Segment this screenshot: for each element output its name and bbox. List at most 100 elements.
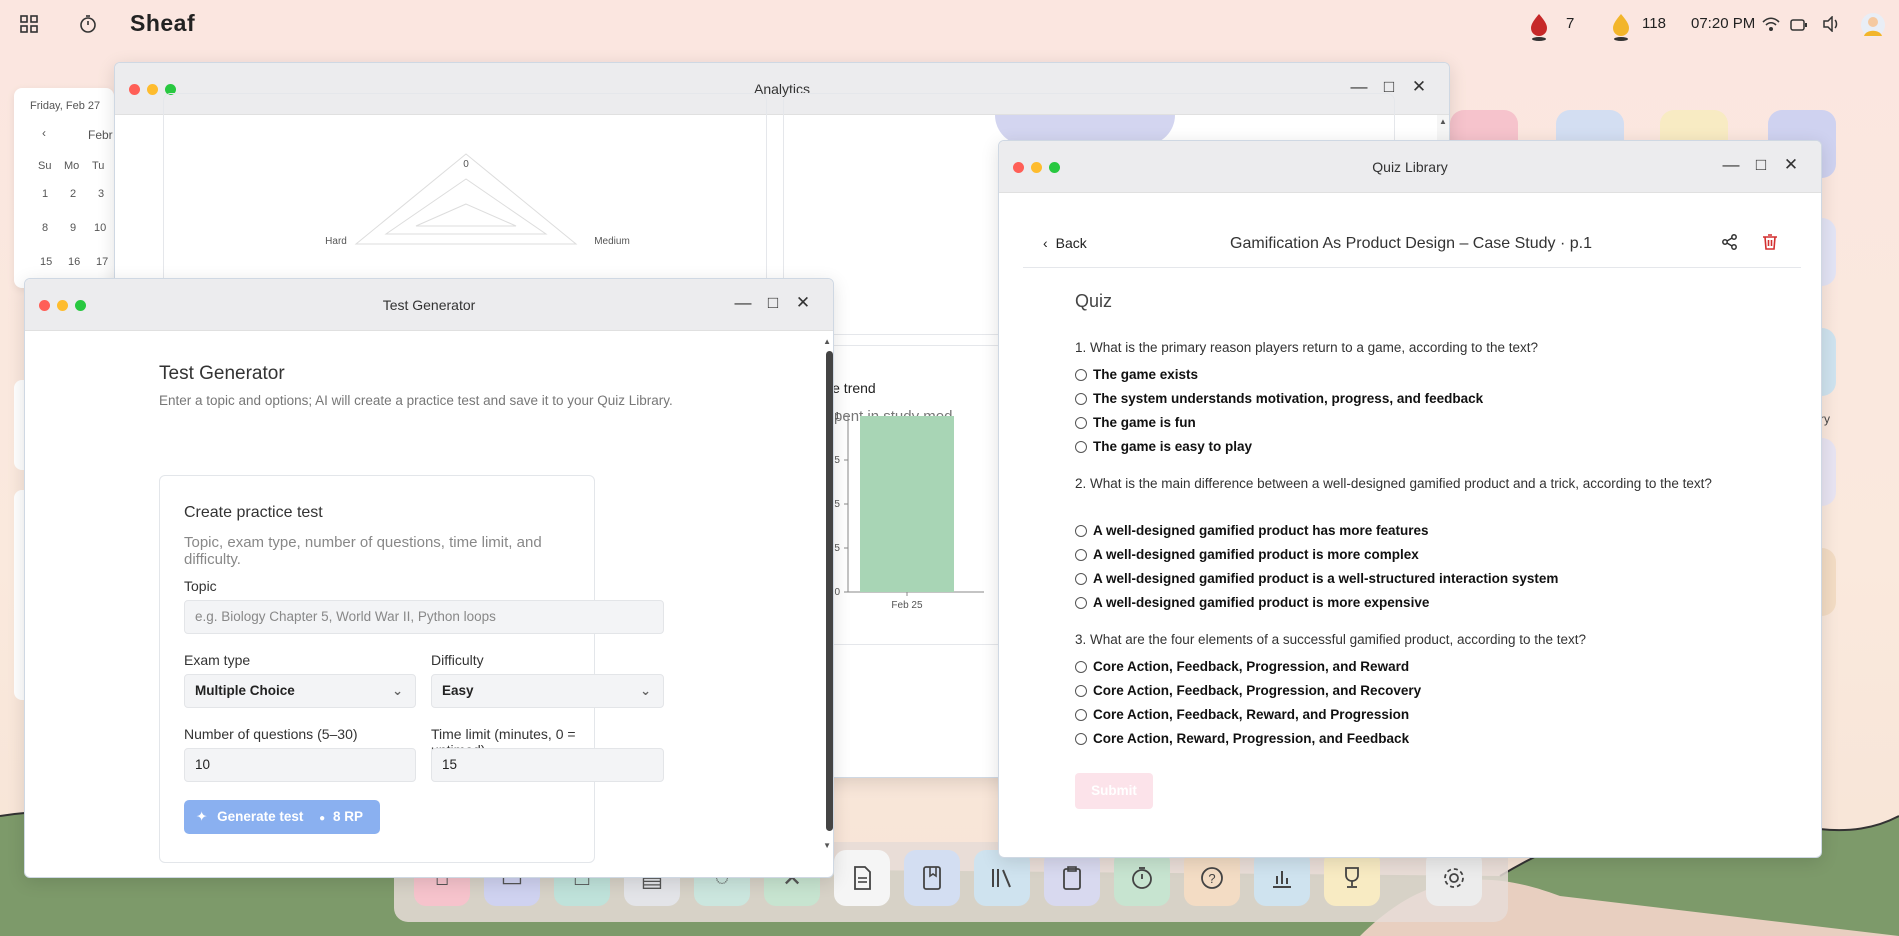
- option-text: The game exists: [1093, 367, 1199, 382]
- scroll-down-icon[interactable]: ▼: [823, 841, 831, 850]
- sparkle-icon: ✦: [196, 809, 208, 824]
- calendar-widget: Friday, Feb 27 ‹ Febr Su Mo Tu 1 2 3 8 9…: [14, 88, 114, 288]
- radio-button[interactable]: [1075, 732, 1087, 745]
- answer-option[interactable]: A well-designed gamified product has mor…: [1075, 523, 1429, 538]
- y-tick-label: 0: [834, 587, 840, 598]
- avatar[interactable]: [1860, 12, 1886, 42]
- delete-icon[interactable]: [1761, 233, 1779, 256]
- calendar-day[interactable]: 15: [40, 256, 52, 268]
- weekday: Tu: [92, 160, 105, 172]
- radio-button[interactable]: [1075, 596, 1087, 609]
- test-generator-titlebar[interactable]: Test Generator — □ ✕: [25, 279, 833, 331]
- option-text: A well-designed gamified product is more…: [1093, 547, 1419, 562]
- top-bar: Sheaf 7 118 07:20 PM: [0, 0, 1899, 50]
- close-icon[interactable]: ✕: [1409, 77, 1429, 97]
- calendar-day[interactable]: 2: [70, 188, 76, 200]
- answer-option[interactable]: The system understands motivation, progr…: [1075, 391, 1483, 406]
- exam-type-value: Multiple Choice: [195, 683, 295, 698]
- answer-option[interactable]: Core Action, Feedback, Progression, and …: [1075, 683, 1421, 698]
- close-icon[interactable]: ✕: [793, 293, 813, 313]
- scroll-up-icon[interactable]: ▲: [1439, 117, 1447, 126]
- maximize-icon[interactable]: □: [763, 293, 783, 313]
- radio-button[interactable]: [1075, 416, 1087, 429]
- maximize-icon[interactable]: □: [1751, 155, 1771, 175]
- option-text: A well-designed gamified product is more…: [1093, 595, 1430, 610]
- card-subtitle: Topic, exam type, number of questions, t…: [184, 534, 542, 568]
- answer-option[interactable]: A well-designed gamified product is more…: [1075, 595, 1429, 610]
- radio-button[interactable]: [1075, 684, 1087, 697]
- time-limit-input[interactable]: 15: [431, 748, 664, 782]
- quiz-library-titlebar[interactable]: Quiz Library — □ ✕: [999, 141, 1821, 193]
- calendar-day[interactable]: 9: [70, 222, 76, 234]
- dock-library-icon[interactable]: [974, 850, 1030, 906]
- answer-option[interactable]: Core Action, Reward, Progression, and Fe…: [1075, 731, 1409, 746]
- share-icon[interactable]: [1721, 233, 1739, 256]
- difficulty-select[interactable]: Easy ⌄: [431, 674, 664, 708]
- calendar-day[interactable]: 16: [68, 256, 80, 268]
- exam-type-select[interactable]: Multiple Choice ⌄: [184, 674, 416, 708]
- radio-button[interactable]: [1075, 524, 1087, 537]
- num-questions-label: Number of questions (5–30): [184, 726, 358, 742]
- difficulty-label: Difficulty: [431, 652, 484, 668]
- answer-option[interactable]: A well-designed gamified product is more…: [1075, 547, 1419, 562]
- y-tick-label: 1: [834, 411, 840, 422]
- battery-icon[interactable]: [1790, 18, 1808, 35]
- minimize-icon[interactable]: —: [733, 293, 753, 313]
- radio-button[interactable]: [1075, 368, 1087, 381]
- answer-option[interactable]: The game is easy to play: [1075, 439, 1252, 454]
- dock-settings-icon[interactable]: [1426, 850, 1482, 906]
- streak-icon: [1528, 12, 1550, 46]
- bar: [860, 416, 954, 592]
- cost-drop-icon: ●: [319, 813, 326, 824]
- grid-icon[interactable]: [18, 14, 40, 36]
- answer-option[interactable]: Core Action, Feedback, Reward, and Progr…: [1075, 707, 1409, 722]
- option-text: The game is fun: [1093, 415, 1196, 430]
- calendar-prev-icon[interactable]: ‹: [42, 126, 46, 140]
- points-icon: [1610, 12, 1632, 46]
- answer-option[interactable]: A well-designed gamified product is a we…: [1075, 571, 1558, 586]
- page-subtitle: Enter a topic and options; AI will creat…: [159, 393, 673, 408]
- stopwatch-icon[interactable]: [77, 14, 99, 36]
- scroll-up-icon[interactable]: ▲: [823, 337, 831, 346]
- dock-notebook-icon[interactable]: [904, 850, 960, 906]
- dock-chart-icon[interactable]: [1254, 850, 1310, 906]
- dock-document-icon[interactable]: [834, 850, 890, 906]
- answer-option[interactable]: Core Action, Feedback, Progression, and …: [1075, 659, 1409, 674]
- calendar-day[interactable]: 3: [98, 188, 104, 200]
- answer-option[interactable]: The game is fun: [1075, 415, 1196, 430]
- dock-trophy-icon[interactable]: [1324, 850, 1380, 906]
- topic-label: Topic: [184, 578, 217, 594]
- topic-input[interactable]: e.g. Biology Chapter 5, World War II, Py…: [184, 600, 664, 634]
- dock-quiz-icon[interactable]: [1044, 850, 1100, 906]
- generate-test-button[interactable]: ✦ Generate test ● 8 RP: [184, 800, 380, 834]
- answer-option[interactable]: The game exists: [1075, 367, 1198, 382]
- num-questions-input[interactable]: 10: [184, 748, 416, 782]
- submit-button[interactable]: Submit: [1075, 773, 1153, 809]
- generate-label: Generate test: [217, 809, 304, 824]
- radar-label-medium: Medium: [594, 236, 630, 247]
- option-text: The system understands motivation, progr…: [1093, 391, 1484, 406]
- x-tick-label: Feb 25: [891, 600, 923, 611]
- test-generator-scrollbar[interactable]: [826, 351, 833, 831]
- quiz-section-title: Quiz: [1075, 291, 1113, 311]
- option-text: A well-designed gamified product has mor…: [1093, 523, 1429, 538]
- weekday: Mo: [64, 160, 80, 172]
- radio-button[interactable]: [1075, 548, 1087, 561]
- minimize-icon[interactable]: —: [1721, 155, 1741, 175]
- radio-button[interactable]: [1075, 440, 1087, 453]
- calendar-day[interactable]: 17: [96, 256, 108, 268]
- radio-button[interactable]: [1075, 708, 1087, 721]
- radio-button[interactable]: [1075, 572, 1087, 585]
- divider: [1023, 267, 1801, 268]
- radio-button[interactable]: [1075, 660, 1087, 673]
- wifi-icon[interactable]: [1762, 16, 1780, 36]
- calendar-day[interactable]: 10: [94, 222, 106, 234]
- calendar-day[interactable]: 1: [42, 188, 48, 200]
- dock-timer-icon[interactable]: [1114, 850, 1170, 906]
- dock-help-icon[interactable]: ?: [1184, 850, 1240, 906]
- close-icon[interactable]: ✕: [1781, 155, 1801, 175]
- calendar-day[interactable]: 8: [42, 222, 48, 234]
- volume-icon[interactable]: [1822, 15, 1840, 36]
- radio-button[interactable]: [1075, 392, 1087, 405]
- generate-cost: 8 RP: [332, 809, 363, 824]
